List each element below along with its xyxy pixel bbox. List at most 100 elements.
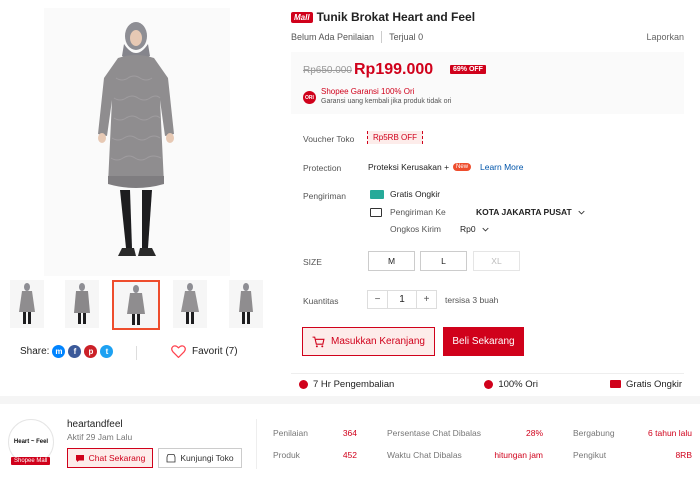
sold-text: Terjual 0 — [389, 32, 424, 42]
meta-divider — [381, 31, 383, 43]
store-icon — [166, 453, 176, 462]
shipping-cost-value[interactable]: Rp0 — [460, 224, 476, 234]
shipping-cost-label: Ongkos Kirim — [390, 224, 442, 234]
chat-now-button[interactable]: Chat Sekarang — [67, 448, 153, 468]
mall-badge: Mall — [291, 11, 313, 23]
stat-label-joined: Bergabung — [573, 428, 615, 438]
chevron-down-icon[interactable] — [481, 227, 489, 232]
stock-text: tersisa 3 buah — [445, 295, 499, 305]
size-option-xl[interactable]: XL — [473, 251, 520, 271]
shipping-to-value[interactable]: KOTA JAKARTA PUSAT — [476, 207, 572, 217]
chat-now-label: Chat Sekarang — [88, 453, 146, 463]
quantity-decrease-button[interactable]: − — [368, 291, 387, 308]
thumbnail-4[interactable] — [173, 280, 207, 328]
guarantee-return-label: 7 Hr Pengembalian — [313, 378, 395, 390]
product-photo-illustration — [44, 8, 230, 276]
facebook-icon[interactable]: f — [68, 345, 82, 358]
product-title: Tunik Brokat Heart and Feel — [316, 10, 476, 24]
current-price: Rp199.000 — [354, 61, 434, 78]
favorite-label: Favorit (7) — [192, 346, 238, 357]
protection-label: Protection — [303, 163, 342, 173]
old-price: Rp650.000 — [303, 65, 352, 76]
free-shipping-row: Gratis Ongkir — [370, 189, 440, 199]
thumbnail-image — [173, 280, 207, 328]
guarantee-return[interactable]: 7 Hr Pengembalian — [299, 379, 394, 390]
quantity-increase-button[interactable]: + — [417, 291, 436, 308]
thumbnail-image — [10, 280, 44, 328]
twitter-icon[interactable]: t — [100, 345, 114, 358]
thumbnail-2[interactable] — [65, 280, 99, 328]
free-shipping-icon — [370, 189, 384, 199]
thumbnail-strip — [10, 280, 266, 330]
quantity-label: Kuantitas — [303, 296, 339, 306]
messenger-icon[interactable]: m — [52, 345, 66, 358]
stat-label-chat-time: Waktu Chat Dibalas — [387, 450, 462, 460]
stat-label-ratings: Penilaian — [273, 428, 308, 438]
chat-icon — [75, 454, 84, 462]
guarantee-subtitle: Garansi uang kembali jika produk tidak o… — [321, 98, 452, 105]
favorite-button[interactable]: Favorit (7) — [171, 345, 238, 358]
price-box: Rp650.000 Rp199.000 69% OFF ORI Shopee G… — [291, 52, 684, 114]
guarantee-title[interactable]: Shopee Garansi 100% Ori — [321, 87, 414, 96]
truck-icon — [370, 207, 382, 217]
shop-active-status: Aktif 29 Jam Lalu — [67, 432, 133, 442]
buy-now-button[interactable]: Beli Sekarang — [443, 327, 524, 356]
heart-icon — [171, 345, 186, 358]
thumbnail-image — [229, 280, 263, 328]
size-label: SIZE — [303, 257, 322, 267]
quantity-input[interactable]: 1 — [387, 291, 417, 308]
voucher-chip[interactable]: Rp5RB OFF — [367, 131, 424, 144]
new-badge: New — [453, 163, 472, 171]
cart-icon — [312, 336, 325, 347]
shop-name[interactable]: heartandfeel — [67, 419, 123, 430]
chevron-down-icon[interactable] — [578, 210, 585, 215]
thumbnail-3-selected[interactable] — [112, 280, 160, 330]
share-row: Share: m f p t — [20, 345, 114, 358]
truck-icon — [610, 380, 622, 388]
rating-text[interactable]: Belum Ada Penilaian — [291, 32, 374, 42]
share-divider — [136, 346, 137, 360]
pinterest-icon[interactable]: p — [84, 345, 98, 358]
report-link[interactable]: Laporkan — [646, 32, 684, 42]
visit-shop-label: Kunjungi Toko — [180, 453, 234, 463]
shipping-destination-row[interactable]: Pengiriman Ke KOTA JAKARTA PUSAT — [370, 207, 585, 217]
product-main-image[interactable] — [44, 8, 230, 276]
shipping-label: Pengiriman — [303, 191, 346, 201]
product-title-row: Mall Tunik Brokat Heart and Feel — [291, 10, 475, 24]
shop-info-section: Heart ~ Feel Shopee Mall heartandfeel Ak… — [0, 404, 700, 482]
stat-value-joined: 6 tahun lalu — [648, 428, 692, 438]
free-shipping-text: Gratis Ongkir — [390, 189, 441, 199]
visit-shop-button[interactable]: Kunjungi Toko — [158, 448, 242, 468]
thumbnail-image — [65, 280, 99, 328]
thumbnail-image — [114, 282, 158, 328]
add-to-cart-label: Masukkan Keranjang — [331, 336, 425, 347]
quantity-stepper: − 1 + — [367, 290, 437, 309]
guarantee-free-shipping[interactable]: Gratis Ongkir — [610, 379, 682, 390]
protection-value: Proteksi Kerusakan + — [368, 162, 450, 172]
shipping-to-label: Pengiriman Ke — [390, 207, 446, 217]
share-label: Share: — [20, 346, 50, 357]
protection-option[interactable]: Proteksi Kerusakan + New — [368, 162, 472, 172]
shop-mall-badge: Shopee Mall — [11, 457, 51, 465]
guarantee-bar: 7 Hr Pengembalian 100% Ori Gratis Ongkir — [291, 373, 684, 394]
stat-value-products[interactable]: 452 — [320, 450, 357, 460]
stat-value-ratings: 364 — [342, 428, 357, 438]
stat-value-chat-time: hitungan jam — [494, 450, 543, 460]
product-meta: Belum Ada Penilaian Terjual 0 Laporkan — [291, 31, 684, 43]
thumbnail-5[interactable] — [229, 280, 263, 328]
size-option-m[interactable]: M — [368, 251, 415, 271]
size-option-l[interactable]: L — [420, 251, 467, 271]
stat-label-followers: Pengikut — [573, 450, 607, 460]
learn-more-link[interactable]: Learn More — [480, 162, 523, 172]
ori-badge-icon: ORI — [303, 91, 316, 104]
voucher-label: Voucher Toko — [303, 134, 355, 144]
stat-label-chat-rate: Persentase Chat Dibalas — [387, 428, 482, 438]
stat-value-chat-rate: 28% — [525, 428, 543, 438]
add-to-cart-button[interactable]: Masukkan Keranjang — [302, 327, 435, 356]
product-section: Share: m f p t Favorit (7) Mall Tunik Br… — [0, 0, 700, 396]
thumbnail-1[interactable] — [10, 280, 44, 328]
shipping-cost-row[interactable]: Ongkos Kirim Rp0 — [390, 224, 489, 234]
guarantee-original[interactable]: 100% Ori — [484, 379, 538, 390]
stat-value-followers: 8RB — [675, 450, 692, 460]
stat-label-products: Produk — [273, 450, 300, 460]
